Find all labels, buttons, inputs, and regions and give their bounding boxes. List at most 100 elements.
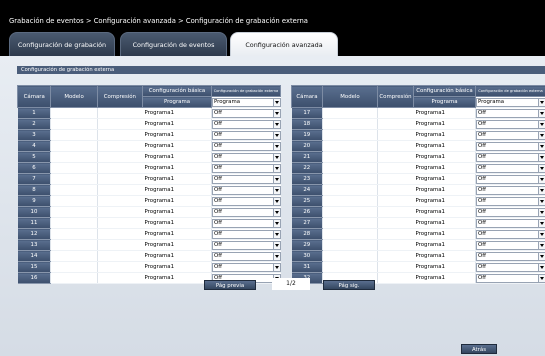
table-row: 17 Programa1 Off	[291, 107, 545, 119]
external-recording-select[interactable]: Off	[476, 130, 545, 140]
prev-page-button[interactable]: Pág previa	[204, 280, 256, 290]
external-recording-value: Off	[478, 252, 486, 259]
external-recording-select[interactable]: Off	[476, 108, 545, 118]
model-cell	[50, 184, 98, 196]
external-recording-value: Off	[478, 175, 486, 182]
camera-number: 20	[291, 140, 323, 152]
tab-advanced-settings[interactable]: Configuración avanzada	[230, 32, 338, 56]
external-recording-cell: Off	[210, 195, 281, 207]
external-recording-select[interactable]: Off	[476, 163, 545, 173]
external-recording-select[interactable]: Off	[476, 273, 545, 283]
external-recording-select[interactable]: Off	[476, 119, 545, 129]
external-recording-cell: Off	[475, 173, 545, 185]
external-recording-select[interactable]: Off	[476, 240, 545, 250]
model-cell	[322, 162, 378, 174]
chevron-down-icon	[537, 208, 545, 216]
external-recording-select[interactable]: Off	[212, 119, 281, 129]
external-recording-select[interactable]: Off	[212, 130, 281, 140]
external-recording-cell: Off	[210, 173, 281, 185]
compression-cell	[96, 206, 143, 218]
table-row: 25 Programa1 Off	[291, 195, 545, 207]
model-cell	[322, 129, 378, 141]
chevron-down-icon	[272, 186, 280, 194]
table-row: 29 Programa1 Off	[291, 239, 545, 251]
external-recording-select[interactable]: Off	[212, 240, 281, 250]
camera-table-right: Cámara Modelo Compresión Configuración b…	[291, 85, 545, 284]
program-select-all-value: Programa	[213, 98, 241, 105]
model-cell	[50, 228, 98, 240]
next-page-button[interactable]: Pág sig.	[323, 280, 375, 290]
program-select-all[interactable]: Programa	[476, 97, 545, 107]
external-recording-select[interactable]: Off	[212, 108, 281, 118]
external-recording-cell: Off	[210, 261, 281, 273]
external-recording-select[interactable]: Off	[212, 141, 281, 151]
external-recording-select[interactable]: Off	[476, 207, 545, 217]
external-recording-select[interactable]: Off	[476, 185, 545, 195]
camera-number: 2	[17, 118, 51, 130]
external-recording-cell: Off	[210, 206, 281, 218]
external-recording-cell: Off	[475, 118, 545, 130]
external-recording-select[interactable]: Off	[476, 229, 545, 239]
camera-number: 16	[17, 272, 51, 284]
program-select-all[interactable]: Programa	[212, 97, 281, 107]
external-recording-select[interactable]: Off	[212, 163, 281, 173]
external-recording-select[interactable]: Off	[212, 229, 281, 239]
external-recording-value: Off	[478, 109, 486, 116]
camera-number: 25	[291, 195, 323, 207]
header-basic-config: Configuración básica	[413, 85, 476, 97]
external-recording-select[interactable]: Off	[212, 196, 281, 206]
external-recording-cell: Off	[475, 129, 545, 141]
camera-number: 29	[291, 239, 323, 251]
external-recording-select[interactable]: Off	[476, 174, 545, 184]
main-panel: Configuración de grabación externa Cámar…	[0, 56, 545, 356]
table-row: 27 Programa1 Off	[291, 217, 545, 229]
external-recording-select[interactable]: Off	[212, 174, 281, 184]
table-row: 31 Programa1 Off	[291, 261, 545, 273]
external-recording-value: Off	[213, 186, 222, 193]
program-cell: Programa1	[413, 239, 476, 251]
tab-bar: Configuración de grabación Configuración…	[0, 32, 545, 56]
external-recording-select[interactable]: Off	[476, 196, 545, 206]
camera-number: 19	[291, 129, 323, 141]
external-recording-select[interactable]: Off	[476, 262, 545, 272]
chevron-down-icon	[537, 230, 545, 238]
program-cell: Programa1	[413, 173, 476, 185]
external-recording-value: Off	[478, 120, 486, 127]
external-recording-value: Off	[478, 131, 486, 138]
external-recording-select[interactable]: Off	[212, 185, 281, 195]
back-button[interactable]: Atrás	[461, 344, 497, 354]
model-cell	[322, 118, 378, 130]
external-recording-select[interactable]: Off	[476, 141, 545, 151]
tab-recording-settings[interactable]: Configuración de grabación	[9, 32, 115, 56]
external-recording-select[interactable]: Off	[212, 152, 281, 162]
external-recording-cell: Off	[475, 107, 545, 119]
external-recording-select[interactable]: Off	[476, 218, 545, 228]
external-recording-select[interactable]: Off	[212, 262, 281, 272]
header-camera: Cámara	[16, 85, 52, 108]
model-cell	[322, 195, 378, 207]
camera-number: 7	[17, 173, 51, 185]
external-recording-select[interactable]: Off	[212, 218, 281, 228]
compression-cell	[377, 151, 414, 163]
chevron-down-icon	[272, 219, 280, 227]
model-cell	[322, 239, 378, 251]
external-recording-select[interactable]: Off	[212, 251, 281, 261]
chevron-down-icon	[537, 252, 545, 260]
external-recording-value: Off	[213, 131, 222, 138]
page-indicator: 1/2	[272, 278, 310, 290]
header-program: Programa	[142, 96, 212, 108]
external-recording-select[interactable]: Off	[476, 251, 545, 261]
external-recording-select[interactable]: Off	[212, 207, 281, 217]
chevron-down-icon	[272, 208, 280, 216]
model-cell	[50, 140, 98, 152]
chevron-down-icon	[272, 131, 280, 139]
program-cell: Programa1	[142, 239, 212, 251]
external-recording-select[interactable]: Off	[476, 152, 545, 162]
table-row: 20 Programa1 Off	[291, 140, 545, 152]
tab-event-settings[interactable]: Configuración de eventos	[120, 32, 227, 56]
table-row: 14 Programa1 Off	[17, 250, 281, 262]
program-select-all-value: Programa	[478, 98, 505, 105]
external-recording-value: Off	[478, 208, 486, 215]
program-cell: Programa1	[142, 272, 212, 284]
compression-cell	[96, 228, 143, 240]
